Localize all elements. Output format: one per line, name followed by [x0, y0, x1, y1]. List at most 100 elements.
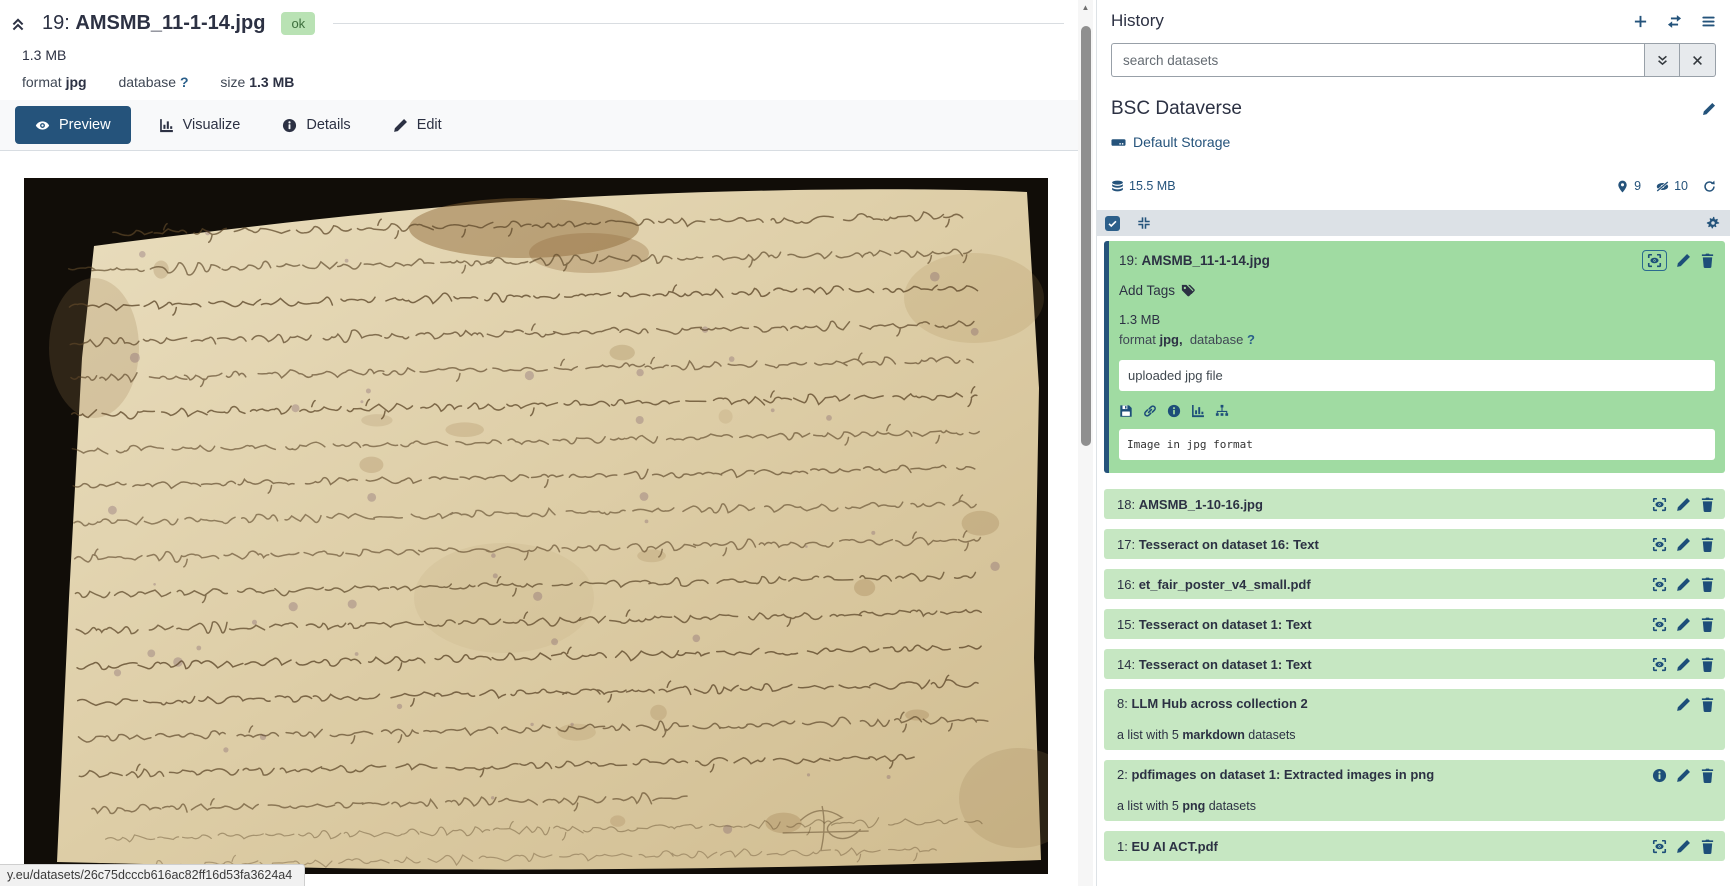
tab-preview[interactable]: Preview: [15, 106, 131, 144]
history-item-actions: [1652, 577, 1715, 592]
delete-icon[interactable]: [1700, 253, 1715, 268]
status-badge: ok: [281, 11, 316, 35]
tab-edit[interactable]: Edit: [379, 106, 456, 144]
dataset-size: 1.3 MB: [22, 47, 67, 63]
delete-icon[interactable]: [1700, 537, 1715, 552]
add-tags-button[interactable]: Add Tags: [1119, 283, 1195, 298]
delete-icon[interactable]: [1700, 617, 1715, 632]
history-item[interactable]: 17: Tesseract on dataset 16: Text: [1104, 529, 1725, 559]
history-item[interactable]: 8: LLM Hub across collection 2 a list wit…: [1104, 689, 1725, 750]
edit-icon[interactable]: [1676, 537, 1691, 552]
history-item-title: 1: EU AI ACT.pdf: [1117, 838, 1218, 854]
history-item-actions: [1652, 657, 1715, 672]
shown-datasets-count[interactable]: 9: [1616, 179, 1641, 193]
collapse-panel-icon[interactable]: [10, 16, 26, 32]
tab-details[interactable]: Details: [268, 106, 364, 144]
edit-icon[interactable]: [1676, 577, 1691, 592]
chevron-double-down-icon: [1656, 54, 1669, 67]
history-item-actions: [1652, 497, 1715, 512]
display-icon[interactable]: [1652, 657, 1667, 672]
history-item-format: format jpg, database ?: [1119, 332, 1255, 347]
history-item-title: 8: LLM Hub across collection 2: [1117, 696, 1308, 711]
history-item[interactable]: 1: EU AI ACT.pdf: [1104, 831, 1725, 861]
display-icon[interactable]: [1652, 617, 1667, 632]
sitemap-icon[interactable]: [1215, 404, 1229, 418]
storage-location-link[interactable]: Default Storage: [1111, 134, 1230, 150]
display-icon[interactable]: [1652, 497, 1667, 512]
save-icon[interactable]: [1119, 404, 1133, 418]
pencil-icon: [393, 118, 408, 133]
history-item[interactable]: 18: AMSMB_1-10-16.jpg: [1104, 489, 1725, 519]
tags-icon: [1181, 284, 1195, 298]
main-scrollbar[interactable]: ▲: [1078, 0, 1093, 886]
history-item-subtitle: a list with 5 png datasets: [1117, 799, 1256, 813]
dataset-preview-image: [24, 178, 1079, 876]
tab-visualize[interactable]: Visualize: [145, 106, 255, 144]
edit-icon[interactable]: [1676, 697, 1691, 712]
selection-toolbar: [1097, 210, 1730, 236]
scrollbar-thumb[interactable]: [1080, 26, 1091, 446]
edit-history-name-icon[interactable]: [1702, 102, 1716, 116]
hdd-icon: [1111, 135, 1126, 150]
delete-icon[interactable]: [1700, 577, 1715, 592]
delete-icon[interactable]: [1700, 768, 1715, 783]
advanced-search-button[interactable]: [1644, 43, 1680, 77]
clear-search-button[interactable]: [1680, 43, 1716, 77]
history-item-actions: [1652, 617, 1715, 632]
history-item-subtitle: a list with 5 markdown datasets: [1117, 728, 1296, 742]
dataset-header: 19: AMSMB_11-1-14.jpg ok: [0, 0, 1078, 38]
delete-icon[interactable]: [1700, 839, 1715, 854]
search-input[interactable]: [1111, 43, 1644, 77]
delete-icon[interactable]: [1700, 697, 1715, 712]
display-icon[interactable]: [1652, 537, 1667, 552]
gear-icon[interactable]: [1706, 216, 1720, 230]
edit-icon[interactable]: [1676, 253, 1691, 268]
link-icon[interactable]: [1143, 404, 1157, 418]
display-icon: [1647, 253, 1662, 268]
history-item-title: 16: et_fair_poster_v4_small.pdf: [1117, 576, 1311, 592]
history-item[interactable]: 16: et_fair_poster_v4_small.pdf: [1104, 569, 1725, 599]
new-history-plus-icon[interactable]: [1633, 14, 1648, 29]
dataset-info-box: uploaded jpg file: [1119, 360, 1715, 391]
history-item-actions: [1652, 768, 1715, 783]
history-size[interactable]: 15.5 MB: [1111, 179, 1176, 193]
edit-icon[interactable]: [1676, 839, 1691, 854]
delete-icon[interactable]: [1700, 657, 1715, 672]
edit-icon[interactable]: [1676, 657, 1691, 672]
database-link[interactable]: ?: [1247, 332, 1255, 347]
display-dataset-button[interactable]: [1642, 250, 1667, 271]
history-options-menu-icon[interactable]: [1701, 14, 1716, 29]
chart-icon[interactable]: [1191, 404, 1205, 418]
history-item[interactable]: 2: pdfimages on dataset 1: Extracted ima…: [1104, 760, 1725, 821]
edit-icon[interactable]: [1676, 617, 1691, 632]
switch-history-icon[interactable]: [1667, 14, 1682, 29]
eye-slash-icon: [1656, 180, 1669, 193]
history-item-actions: [1676, 697, 1715, 712]
history-item-title: 17: Tesseract on dataset 16: Text: [1117, 536, 1319, 552]
history-item-actions: [1652, 839, 1715, 854]
history-stats-row: 15.5 MB 9 10: [1111, 179, 1716, 193]
delete-icon[interactable]: [1700, 497, 1715, 512]
history-item[interactable]: 14: Tesseract on dataset 1: Text: [1104, 649, 1725, 679]
scroll-up-arrow-icon[interactable]: ▲: [1078, 2, 1093, 14]
history-item-title: 2: pdfimages on dataset 1: Extracted ima…: [1117, 767, 1435, 782]
collapse-all-icon[interactable]: [1137, 216, 1151, 230]
history-item-expanded[interactable]: 19: AMSMB_11-1-14.jpg Add Tags 1.3 MB fo…: [1104, 241, 1725, 473]
history-panel: History search datasets BSC Dataverse De…: [1096, 0, 1730, 886]
edit-icon[interactable]: [1676, 497, 1691, 512]
info-icon[interactable]: [1652, 768, 1667, 783]
dataset-main-panel: 19: AMSMB_11-1-14.jpg ok 1.3 MB format j…: [0, 0, 1079, 886]
dataset-action-icons: [1119, 404, 1715, 418]
hidden-datasets-count[interactable]: 10: [1656, 179, 1688, 193]
history-dataset-list: 19: AMSMB_11-1-14.jpg Add Tags 1.3 MB fo…: [1097, 241, 1730, 861]
display-icon[interactable]: [1652, 839, 1667, 854]
info-icon: [282, 118, 297, 133]
database-link[interactable]: ?: [180, 74, 189, 90]
page-title: 19: AMSMB_11-1-14.jpg: [42, 11, 266, 34]
history-item[interactable]: 15: Tesseract on dataset 1: Text: [1104, 609, 1725, 639]
select-all-checkbox[interactable]: [1105, 215, 1120, 231]
refresh-history-icon[interactable]: [1703, 180, 1716, 193]
info-icon[interactable]: [1167, 404, 1181, 418]
edit-icon[interactable]: [1676, 768, 1691, 783]
display-icon[interactable]: [1652, 577, 1667, 592]
